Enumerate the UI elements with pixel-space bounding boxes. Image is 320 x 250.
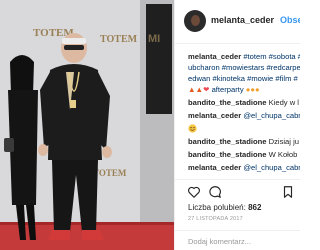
- hot-emoji-icon: ●: [254, 85, 260, 94]
- comment-mention[interactable]: @el_chupa_cabra: [243, 111, 300, 120]
- comment-text: W Kołob: [268, 150, 298, 159]
- likes-number: 862: [248, 203, 262, 212]
- comment: melanta_ceder @el_chupa_cabra: [188, 163, 300, 173]
- caption-emoji-line: ▲▲❤ afterparty ●●●: [188, 85, 260, 95]
- caption-line[interactable]: edwan #kinoteka #mowie #film #: [188, 74, 298, 84]
- author-username[interactable]: melanta_ceder: [211, 15, 274, 25]
- caption-line[interactable]: ubcharon #mowiestars #redcarpet: [188, 63, 300, 73]
- fire-icon: ▲: [188, 85, 196, 94]
- comment-input[interactable]: Dodaj komentarz...: [188, 237, 251, 246]
- comment-username[interactable]: melanta_ceder: [188, 52, 241, 61]
- banner-word: TOTEM: [93, 168, 127, 178]
- post-header: melanta_ceder Obserwuj: [175, 0, 300, 44]
- caption-hashtag-afterparty[interactable]: afterparty: [212, 85, 244, 94]
- comment: melanta_ceder @el_chupa_cabra: [188, 111, 300, 121]
- comment-username[interactable]: melanta_ceder: [188, 163, 241, 172]
- likes-label: Liczba polubień:: [188, 203, 246, 212]
- author-avatar[interactable]: [184, 10, 206, 32]
- post-photo[interactable]: MI TOTEM TOTEM TOTEM: [0, 0, 174, 250]
- post-actions: [175, 179, 300, 202]
- comment-username[interactable]: bandito_the_stadione: [188, 137, 266, 146]
- comment: bandito_the_stadione W Kołob: [188, 150, 297, 160]
- svg-text:MI: MI: [148, 33, 160, 45]
- comment-text: Kiedy w l: [268, 98, 299, 107]
- post-date[interactable]: 27 LISTOPADA 2017: [188, 216, 243, 222]
- comment: bandito_the_stadione Dzisiaj ju: [188, 137, 299, 147]
- caption-hashtags[interactable]: #totem #sobota #: [243, 52, 300, 61]
- comment: bandito_the_stadione Kiedy w l: [188, 98, 299, 108]
- photo-illustration: MI TOTEM TOTEM TOTEM: [0, 0, 174, 250]
- bookmark-icon[interactable]: [281, 185, 295, 199]
- fire-icon: ▲: [195, 85, 204, 94]
- comment-username[interactable]: bandito_the_stadione: [188, 150, 266, 159]
- add-comment-box[interactable]: Dodaj komentarz...: [175, 230, 300, 250]
- comment-username[interactable]: melanta_ceder: [188, 111, 241, 120]
- comment-text: Dzisiaj ju: [268, 137, 299, 146]
- post-details-panel: melanta_ceder Obserwuj melanta_ceder #to…: [174, 0, 300, 250]
- caption-line: melanta_ceder #totem #sobota #: [188, 52, 300, 62]
- smiley-icon: [188, 124, 197, 133]
- banner-word: TOTEM: [100, 34, 138, 45]
- comment-bubble-icon[interactable]: [208, 185, 222, 199]
- heart-icon: ❤: [203, 85, 210, 94]
- comment-username[interactable]: bandito_the_stadione: [188, 98, 266, 107]
- likes-count[interactable]: Liczba polubień: 862: [188, 203, 261, 212]
- heart-outline-icon[interactable]: [187, 185, 201, 199]
- comment-mention[interactable]: @el_chupa_cabra: [243, 163, 300, 172]
- follow-button[interactable]: Obserwuj: [280, 15, 300, 25]
